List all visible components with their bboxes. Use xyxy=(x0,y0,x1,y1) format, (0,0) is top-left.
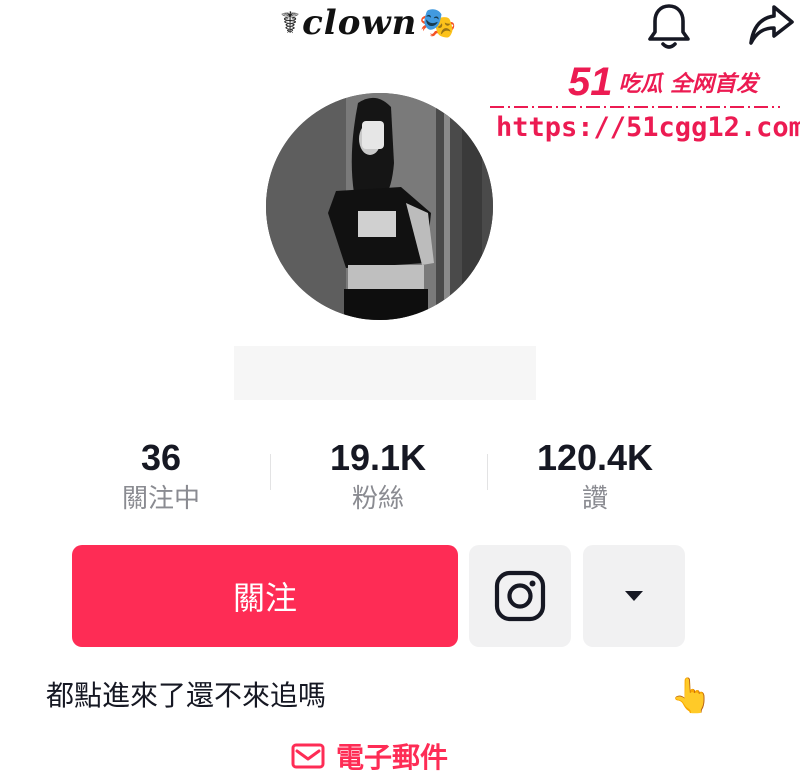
likes-label: 讚 xyxy=(581,484,608,514)
display-name-redacted xyxy=(234,346,536,400)
watermark-tagline: 吃瓜 全网首发 xyxy=(618,72,759,97)
masks-emoji: 🎭 xyxy=(419,5,457,41)
bio-text: 都點進來了還不來追嗎 xyxy=(46,679,327,712)
stat-divider xyxy=(270,454,271,490)
watermark-number: 51 xyxy=(568,60,613,104)
instagram-icon xyxy=(494,570,546,622)
caret-down-icon xyxy=(625,591,643,601)
username-title: clown xyxy=(302,3,418,43)
watermark-line xyxy=(490,106,780,108)
likes-stat[interactable]: 120.4K 讚 xyxy=(495,436,695,516)
share-icon[interactable] xyxy=(745,0,797,52)
instagram-button[interactable] xyxy=(469,545,571,647)
followers-label: 粉絲 xyxy=(351,484,404,514)
following-label: 關注中 xyxy=(121,484,200,514)
stat-divider xyxy=(487,454,488,490)
profile-page: ☤ clown 🎭 51 吃瓜 全网首发 https://51cgg12.com xyxy=(0,0,800,784)
email-label: 電子郵件 xyxy=(336,741,449,774)
mail-icon xyxy=(291,743,325,769)
follow-button[interactable]: 關注 xyxy=(72,545,458,647)
avatar[interactable] xyxy=(266,93,493,320)
profile-title: ☤ clown 🎭 xyxy=(280,0,457,46)
watermark-header: 51 吃瓜 全网首发 xyxy=(568,62,758,102)
more-options-button[interactable] xyxy=(583,545,685,647)
pointing-up-emoji: 👆 xyxy=(670,676,713,716)
watermark: 51 吃瓜 全网首发 https://51cgg12.com xyxy=(490,62,800,152)
following-count: 36 xyxy=(140,437,182,478)
email-link[interactable]: 電子郵件 xyxy=(290,734,448,778)
followers-count: 19.1K xyxy=(329,437,427,478)
followers-stat[interactable]: 19.1K 粉絲 xyxy=(278,436,478,516)
following-stat[interactable]: 36 關注中 xyxy=(61,436,261,516)
watermark-url: https://51cgg12.com xyxy=(496,112,800,143)
bell-icon[interactable] xyxy=(643,0,695,52)
caduceus-glyph: ☤ xyxy=(280,5,301,41)
likes-count: 120.4K xyxy=(536,437,654,478)
